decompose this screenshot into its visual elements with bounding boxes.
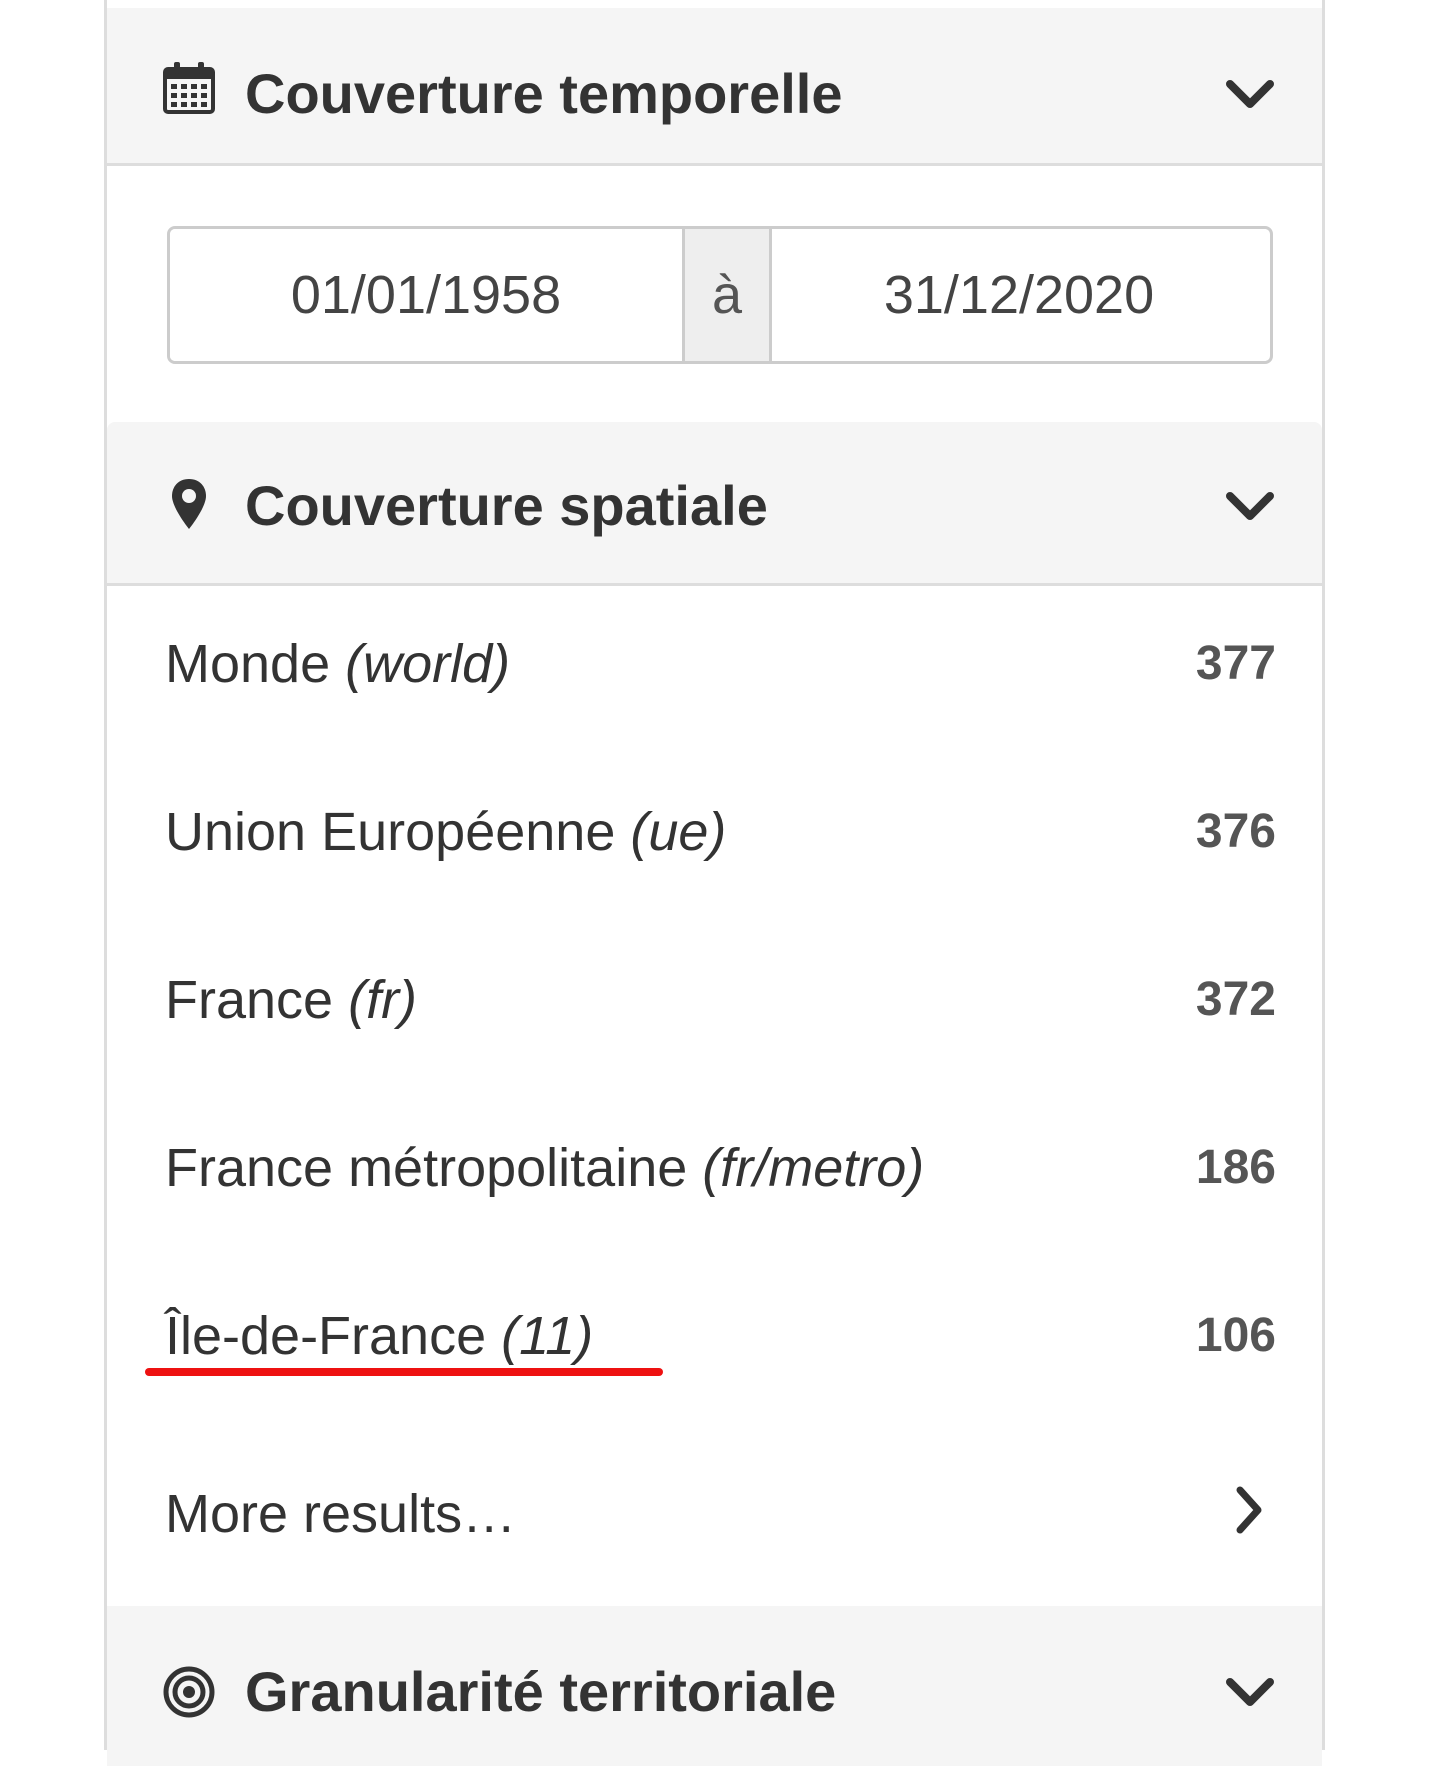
more-results-link[interactable]: More results… (107, 1460, 1322, 1570)
facet-item-ue[interactable]: Union Européenne (ue) 376 (107, 778, 1322, 888)
spatial-coverage-title: Couverture spatiale (245, 474, 768, 537)
chevron-right-icon (1224, 1480, 1274, 1540)
granularity-title: Granularité territoriale (245, 1660, 837, 1723)
date-range: à (167, 226, 1273, 364)
granularity-header[interactable]: Granularité territoriale (107, 1606, 1322, 1766)
facet-item-label: Île-de-France (11) (165, 1306, 594, 1366)
more-results-label: More results… (165, 1484, 517, 1544)
facet-item-code: (ue) (630, 802, 727, 862)
date-from-input[interactable] (170, 229, 682, 361)
facet-item-code: (world) (345, 634, 511, 694)
facet-item-fr-metro[interactable]: France métropolitaine (fr/metro) 186 (107, 1114, 1322, 1224)
map-marker-icon (159, 474, 219, 534)
facet-item-label: France (fr) (165, 970, 418, 1030)
facet-item-code: (fr) (348, 970, 418, 1030)
facet-item-fr[interactable]: France (fr) 372 (107, 946, 1322, 1056)
facet-sidebar: Couverture temporelle à Couverture spati… (104, 0, 1325, 1766)
facet-item-code: (fr/metro) (702, 1138, 925, 1198)
temporal-coverage-title: Couverture temporelle (245, 62, 843, 125)
facet-item-count: 377 (1195, 637, 1276, 690)
facet-item-count: 106 (1195, 1309, 1276, 1362)
facet-item-label: France métropolitaine (fr/metro) (165, 1138, 925, 1198)
chevron-down-icon[interactable] (1222, 478, 1278, 534)
spatial-coverage-header[interactable]: Couverture spatiale (107, 422, 1322, 586)
facet-item-label: Union Européenne (ue) (165, 802, 727, 862)
facet-item-code: (11) (501, 1306, 594, 1366)
chevron-down-icon[interactable] (1222, 66, 1278, 122)
facet-item-count: 186 (1195, 1141, 1276, 1194)
date-to-input[interactable] (772, 229, 1266, 361)
date-range-separator: à (682, 229, 772, 361)
red-underline-annotation (145, 1368, 663, 1376)
facet-item-ile-de-france[interactable]: Île-de-France (11) 106 (107, 1282, 1322, 1392)
calendar-icon (159, 58, 219, 118)
facet-item-count: 372 (1195, 973, 1276, 1026)
facet-item-label: Monde (world) (165, 634, 511, 694)
facet-item-world[interactable]: Monde (world) 377 (107, 610, 1322, 720)
temporal-coverage-header[interactable]: Couverture temporelle (107, 8, 1322, 166)
target-icon (159, 1662, 219, 1722)
facet-item-count: 376 (1195, 805, 1276, 858)
chevron-down-icon[interactable] (1222, 1664, 1278, 1720)
